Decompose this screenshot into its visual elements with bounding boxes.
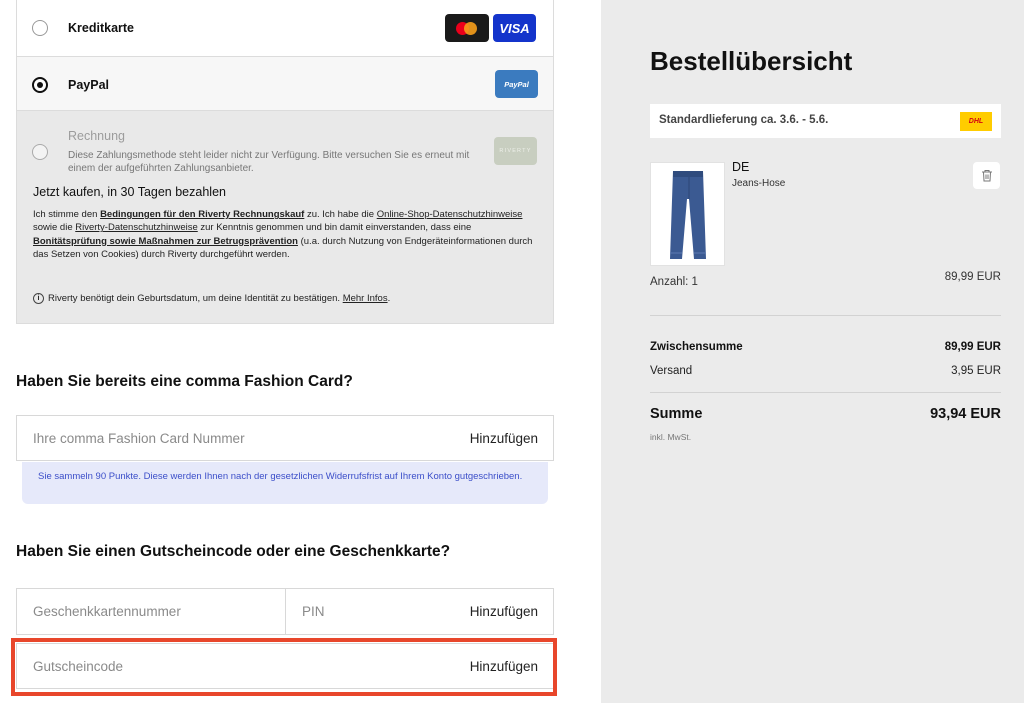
payment-option-rechnung: Rechnung RIVERTY Diese Zahlungsmethode s… [17, 111, 553, 323]
product-quantity: Anzahl: 1 [650, 276, 698, 288]
radio-kreditkarte[interactable] [32, 20, 48, 36]
voucher-title: Haben Sie einen Gutscheincode oder eine … [16, 543, 451, 560]
mehr-infos-link[interactable]: Mehr Infos [343, 293, 388, 304]
giftcard-add-button[interactable]: Hinzufügen [470, 604, 538, 619]
total-row: Summe 93,94 EUR [650, 406, 1001, 422]
fashion-card-input[interactable]: Ihre comma Fashion Card Nummer Hinzufüge… [16, 415, 554, 461]
remove-item-button[interactable] [973, 162, 1000, 189]
divider [650, 315, 1001, 316]
payment-methods: Kreditkarte VISA PayPal PayPal Rechnung … [16, 0, 554, 324]
fashion-card-points-notice: Sie sammeln 90 Punkte. Diese werden Ihne… [22, 462, 548, 504]
giftcard-number-input[interactable]: Geschenkkartennummer [16, 588, 286, 635]
visa-logo: VISA [493, 14, 536, 42]
product-image [650, 162, 725, 266]
divider [650, 392, 1001, 393]
riverty-logo: RIVERTY [494, 137, 537, 165]
total-value: 93,94 EUR [930, 406, 1001, 422]
shipping-cost-label: Versand [650, 365, 693, 377]
summary-title: Bestellübersicht [650, 46, 853, 76]
giftcard-pin-input[interactable]: PIN Hinzufügen [285, 588, 554, 635]
shipping-text: Standardlieferung ca. 3.6. - 5.6. [659, 114, 829, 126]
radio-paypal[interactable] [32, 77, 48, 93]
product-price: 89,99 EUR [944, 271, 1001, 283]
order-summary: Bestellübersicht Standardlieferung ca. 3… [601, 0, 1024, 703]
shipping-cost-row: Versand 3,95 EUR [650, 365, 1001, 377]
tax-note: inkl. MwSt. [650, 432, 692, 442]
payment-label-rechnung: Rechnung [68, 129, 125, 143]
payment-option-kreditkarte[interactable]: Kreditkarte VISA [17, 0, 553, 57]
payment-label-paypal: PayPal [68, 78, 110, 92]
dhl-logo: DHL [960, 112, 992, 131]
subtotal-label: Zwischensumme [650, 341, 743, 353]
pin-placeholder: PIN [302, 604, 325, 619]
subtotal-value: 89,99 EUR [944, 341, 1001, 353]
fashion-card-add-button[interactable]: Hinzufügen [470, 431, 538, 446]
total-label: Summe [650, 406, 703, 422]
shipping-cost-value: 3,95 EUR [951, 365, 1001, 377]
link-online-shop-datenschutz[interactable]: Online-Shop-Datenschutzhinweise [377, 209, 523, 220]
fashion-card-title: Haben Sie bereits eine comma Fashion Car… [16, 373, 353, 390]
product-type: Jeans-Hose [732, 178, 786, 189]
highlight-box [11, 638, 557, 696]
trash-icon [981, 170, 992, 182]
rechnung-unavailable-note: Diese Zahlungsmethode steht leider nicht… [68, 150, 470, 174]
rechnung-terms: Ich stimme den Bedingungen für den River… [33, 209, 533, 260]
rechnung-headline: Jetzt kaufen, in 30 Tagen bezahlen [33, 185, 226, 199]
mastercard-logo [445, 14, 489, 42]
payment-column: Kreditkarte VISA PayPal PayPal Rechnung … [0, 0, 601, 703]
radio-rechnung[interactable] [32, 144, 48, 160]
link-riverty-bedingungen[interactable]: Bedingungen für den Riverty Rechnungskau… [100, 209, 304, 220]
paypal-logo: PayPal [495, 70, 538, 98]
payment-option-paypal[interactable]: PayPal PayPal [17, 57, 553, 111]
payment-label-kreditkarte: Kreditkarte [68, 21, 134, 35]
giftcard-placeholder: Geschenkkartennummer [33, 604, 181, 619]
fashion-card-placeholder: Ihre comma Fashion Card Nummer [33, 431, 245, 446]
rechnung-info: i Riverty benötigt dein Geburtsdatum, um… [33, 293, 390, 304]
link-riverty-datenschutz[interactable]: Riverty-Datenschutzhinweise [75, 222, 198, 233]
shipping-method: Standardlieferung ca. 3.6. - 5.6. DHL [650, 104, 1001, 138]
product-name: DE [732, 160, 750, 174]
subtotal-row: Zwischensumme 89,99 EUR [650, 341, 1001, 353]
info-icon: i [33, 293, 44, 304]
link-bonitaetspruefung[interactable]: Bonitätsprüfung sowie Maßnahmen zur Betr… [33, 236, 298, 247]
